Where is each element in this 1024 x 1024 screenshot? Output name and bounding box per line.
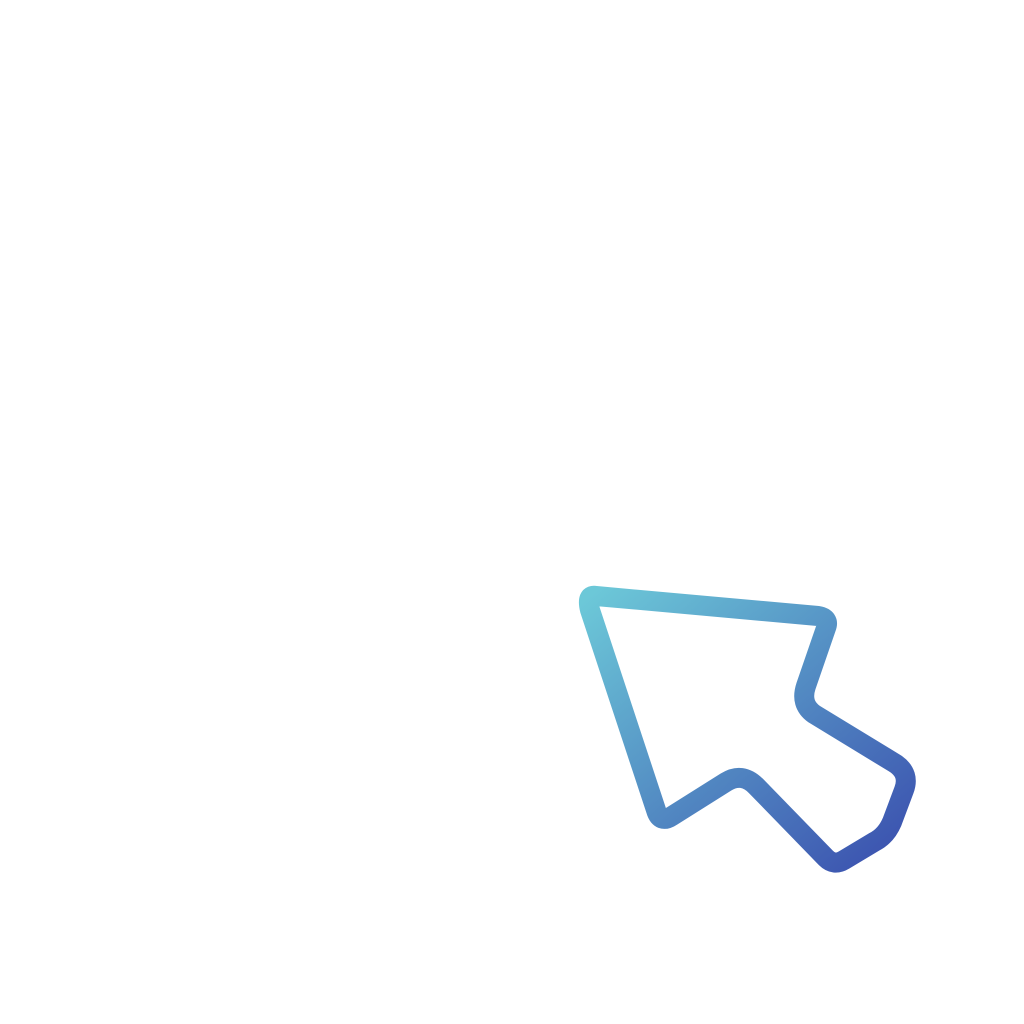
arrow-pointer-icon <box>578 585 916 873</box>
blank-screen <box>0 0 1024 1024</box>
cursor-outline <box>578 585 916 873</box>
